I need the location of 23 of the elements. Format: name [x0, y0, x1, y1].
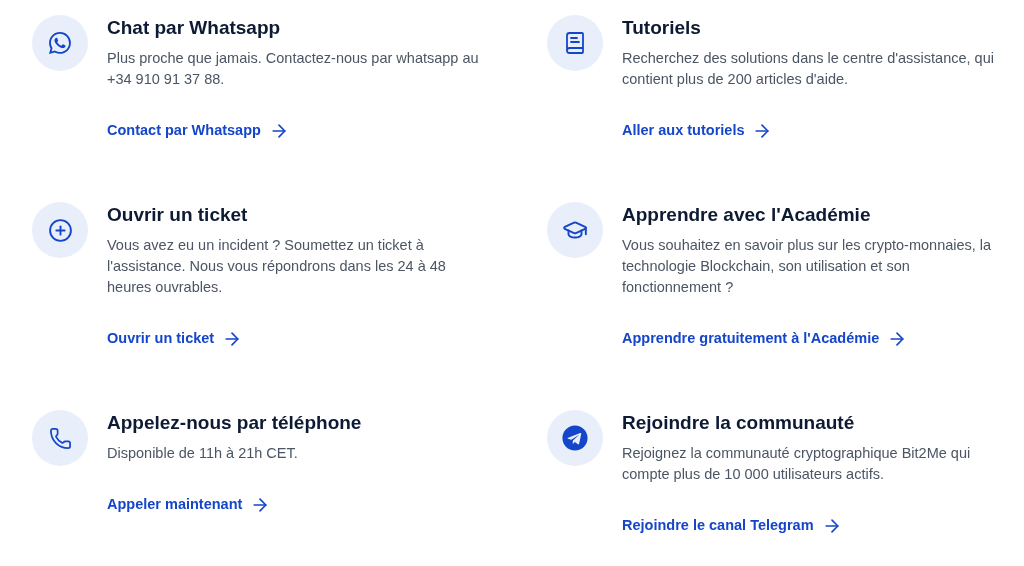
card-link[interactable]: Contact par Whatsapp	[107, 120, 289, 142]
plus-circle-icon	[47, 217, 73, 243]
card-link[interactable]: Apprendre gratuitement à l'Académie	[622, 328, 908, 350]
card-description: Recherchez des solutions dans le centre d'assistance, qui contient plus de 200 articles d'aide.	[622, 49, 995, 89]
card-link[interactable]: Ouvrir un ticket	[107, 328, 243, 350]
card-title: Tutoriels	[622, 16, 702, 40]
card-title: Ouvrir un ticket	[107, 203, 249, 227]
card-title: Apprendre avec l'Académie	[622, 203, 872, 227]
card-description: Vous avez eu un incident ? Soumettez un ticket à l'assistance. Nous vous répondrons dans les 24 à 48 heures ouvrables.	[107, 236, 447, 297]
card-description: Plus proche que jamais. Contactez-nous par whatsapp au +34 910 91 37 88.	[107, 49, 480, 89]
card-description: Vous souhaitez en savoir plus sur les crypto-monnaies, la technologie Blockchain, son utilisation et son fonctionnement ?	[622, 236, 993, 297]
card-title: Chat par Whatsapp	[107, 16, 282, 40]
card-title: Rejoindre la communauté	[622, 411, 856, 435]
paper-plane-icon	[562, 425, 588, 451]
chat-bubble-icon	[49, 32, 71, 54]
phone-icon	[48, 426, 72, 450]
card-link[interactable]: Rejoindre le canal Telegram	[622, 515, 842, 537]
card-link[interactable]: Aller aux tutoriels	[622, 120, 773, 142]
card-description: Rejoignez la communauté cryptographique Bit2Me qui compte plus de 10 000 utilisateurs actifs.	[622, 444, 972, 484]
card-title: Appelez-nous par téléphone	[107, 411, 363, 435]
book-icon	[563, 31, 587, 55]
card-description: Disponible de 11h à 21h CET.	[107, 444, 299, 463]
card-link[interactable]: Appeler maintenant	[107, 494, 271, 516]
